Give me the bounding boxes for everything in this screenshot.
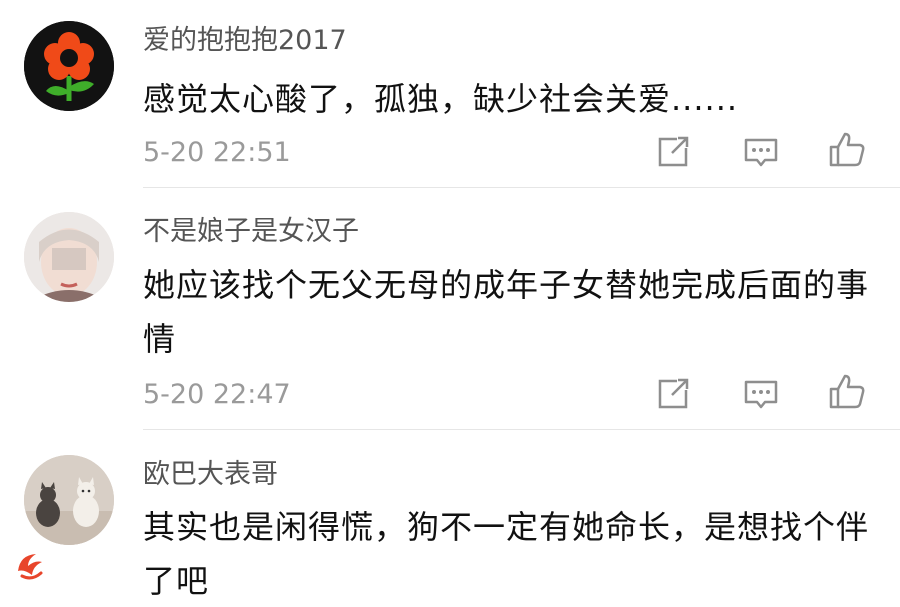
cats-avatar-icon <box>24 455 114 545</box>
comment-text: 其实也是闲得慌，狗不一定有她命长，是想找个伴了吧 <box>143 508 870 600</box>
comment-text: 她应该找个无父无母的成年子女替她完成后面的事情 <box>143 266 870 358</box>
logo-icon <box>11 548 47 584</box>
comment-icon <box>744 380 778 409</box>
avatar[interactable] <box>24 21 114 111</box>
share-button[interactable] <box>653 374 693 414</box>
like-button[interactable] <box>827 372 867 412</box>
timestamp: 5-20 22:47 <box>143 379 291 410</box>
username[interactable]: 不是娘子是女汉子 <box>143 216 359 248</box>
reply-button[interactable] <box>741 374 781 414</box>
like-button[interactable] <box>827 130 867 170</box>
share-button[interactable] <box>653 132 693 172</box>
thumbs-up-icon <box>829 132 865 167</box>
thumbs-up-icon <box>829 374 865 409</box>
flower-avatar-icon <box>24 21 114 111</box>
share-icon <box>658 136 689 167</box>
divider <box>143 429 900 430</box>
username[interactable]: 欧巴大表哥 <box>143 459 278 491</box>
timestamp: 5-20 22:51 <box>143 137 291 168</box>
divider <box>143 187 900 188</box>
share-icon <box>658 378 689 409</box>
username[interactable]: 爱的抱抱抱2017 <box>143 25 347 57</box>
comment-icon <box>744 138 778 167</box>
blurred-face-avatar-icon <box>24 212 114 302</box>
avatar[interactable] <box>24 455 114 545</box>
site-logo-watermark <box>8 545 50 587</box>
comment-list: 爱的抱抱抱2017 感觉太心酸了，孤独，缺少社会关爱...... 5-20 22… <box>0 0 900 607</box>
avatar[interactable] <box>24 212 114 302</box>
reply-button[interactable] <box>741 132 781 172</box>
comment-text: 感觉太心酸了，孤独，缺少社会关爱...... <box>143 80 739 118</box>
